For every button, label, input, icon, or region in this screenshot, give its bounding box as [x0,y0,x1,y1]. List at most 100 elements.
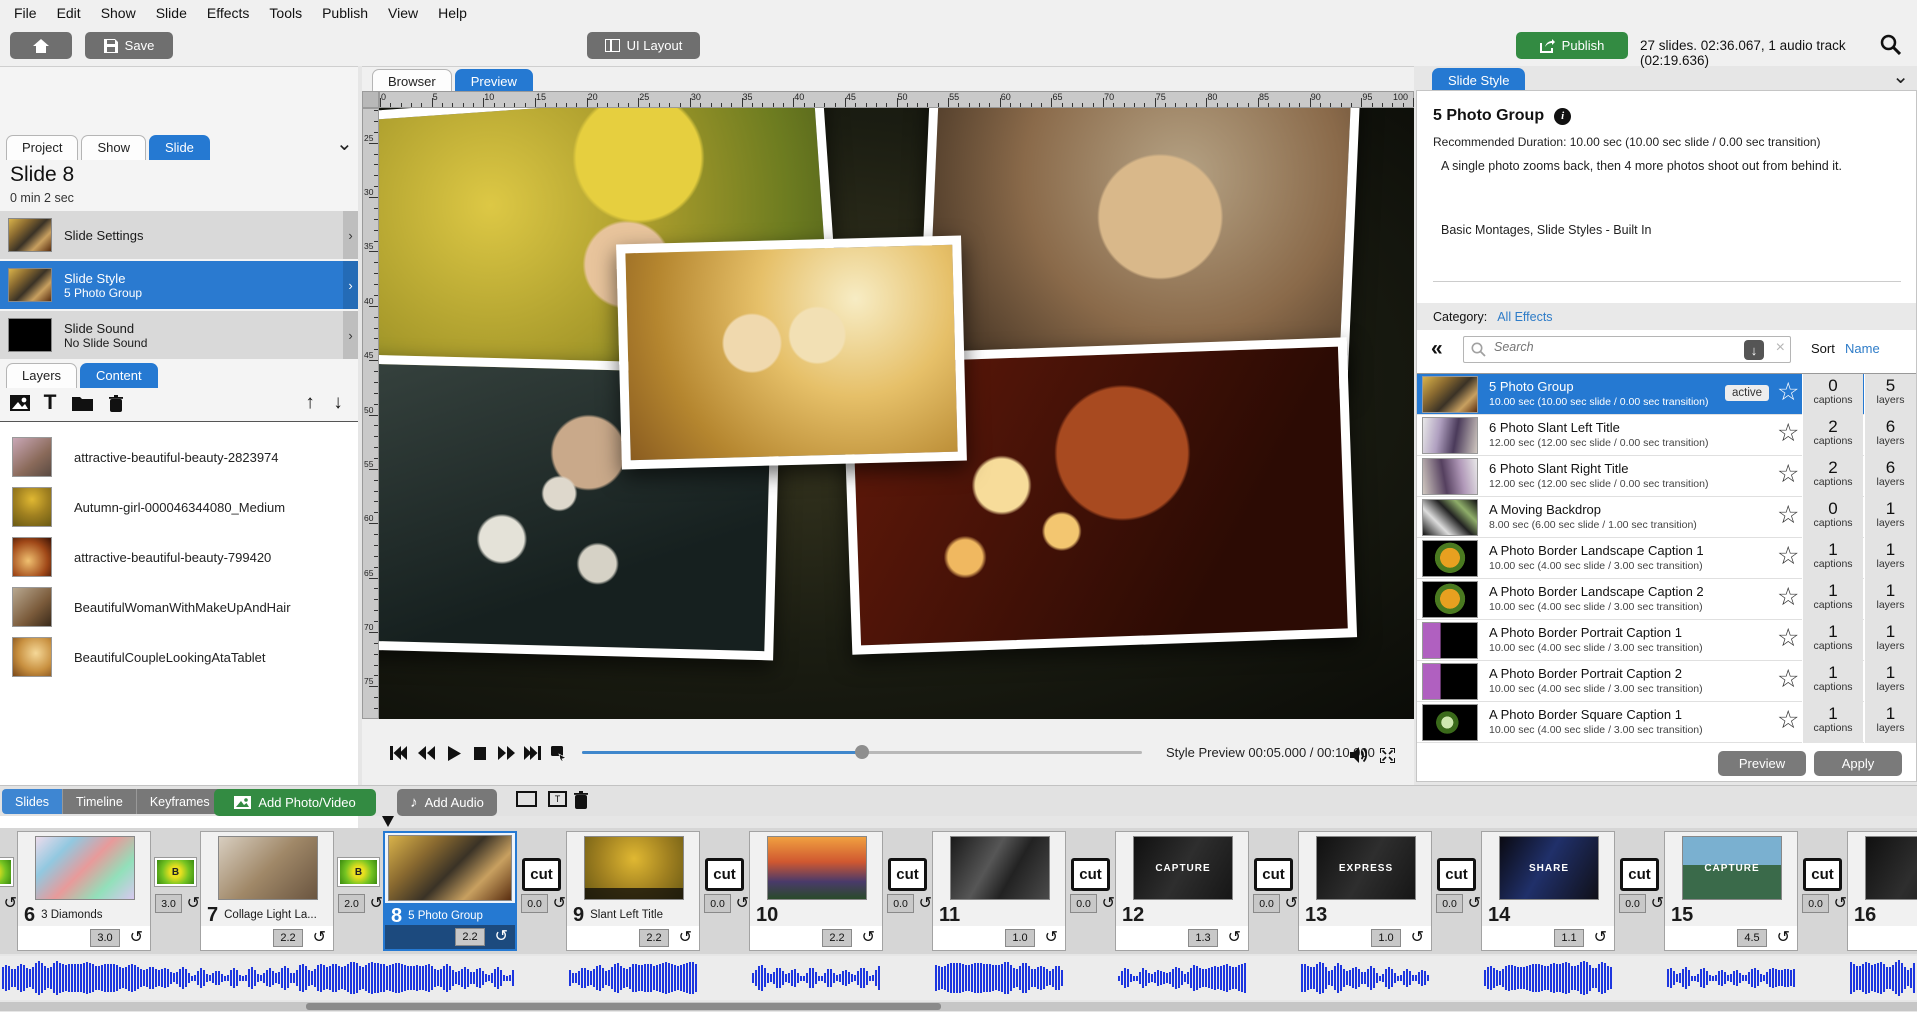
effect-row[interactable]: A Photo Border Landscape Caption 110.00 … [1417,538,1916,579]
reset-duration-icon[interactable]: ↺ [1777,927,1790,947]
slide-duration-value[interactable]: 2.2 [639,929,669,947]
content-file-row[interactable]: BeautifulCoupleLookingAtaTablet [0,632,358,682]
timeline-scrollbar[interactable] [0,1002,1917,1011]
fast-forward-button[interactable] [494,741,518,765]
global-search-icon[interactable] [1880,34,1901,55]
render-preview-button[interactable] [546,741,570,765]
menu-item-effects[interactable]: Effects [197,5,260,21]
timeline-slide-9[interactable]: 9Slant Left Title2.2↺ [566,831,700,951]
tab-project[interactable]: Project [6,135,78,160]
content-file-row[interactable]: Autumn-girl-000046344080_Medium [0,482,358,532]
timeline-transition[interactable]: B2.0↺ [334,828,383,951]
transition-duration-value[interactable]: 2.0 [338,894,365,913]
timeline-transition[interactable]: B3.0↺ [151,828,200,951]
publish-button[interactable]: Publish [1516,32,1628,59]
view-tab-slides[interactable]: Slides [2,789,63,814]
transition-duration-value[interactable]: 0.0 [1619,894,1646,913]
menu-item-file[interactable]: File [4,5,47,21]
tab-layers[interactable]: Layers [6,363,77,388]
search-download-icon[interactable]: ↓ [1744,340,1764,360]
setting-expand-icon[interactable]: › [343,261,358,309]
preview-seek-slider[interactable] [582,751,1142,754]
add-title-slide-icon[interactable]: T [548,791,567,807]
slide-setting-item[interactable]: Slide Style5 Photo Group› [0,261,358,309]
delete-slide-icon[interactable] [574,791,588,809]
effect-row[interactable]: A Photo Border Landscape Caption 210.00 … [1417,579,1916,620]
content-file-row[interactable]: BeautifulWomanWithMakeUpAndHair [0,582,358,632]
reset-duration-icon[interactable]: ↺ [862,927,875,947]
effects-search-input[interactable] [1494,340,1724,354]
setting-expand-icon[interactable]: › [343,211,358,259]
search-clear-icon[interactable]: × [1776,339,1785,357]
preview-style-button[interactable]: Preview [1718,751,1806,776]
timeline-slide-16[interactable]: 16 [1847,831,1917,951]
favorite-star-icon[interactable]: ☆ [1777,664,1799,694]
timeline-slide-11[interactable]: 111.0↺ [932,831,1066,951]
reset-transition-icon[interactable]: ↺ [736,893,749,913]
menu-item-tools[interactable]: Tools [259,5,312,21]
transition-duration-value[interactable]: 3.0 [155,894,182,913]
timeline-slide-14[interactable]: SHARE141.1↺ [1481,831,1615,951]
favorite-star-icon[interactable]: ☆ [1777,418,1799,448]
transition-duration-value[interactable]: 0.0 [704,894,731,913]
transition-duration-value[interactable]: 0.0 [1070,894,1097,913]
timeline-transition[interactable]: ↺ [0,828,17,951]
timeline-transition[interactable]: cut0.0↺ [1798,828,1847,951]
preview-canvas[interactable] [379,108,1414,719]
reset-duration-icon[interactable]: ↺ [130,927,143,947]
menu-item-show[interactable]: Show [91,5,146,21]
left-panel-collapse-icon[interactable]: ⌄ [336,139,353,149]
reset-duration-icon[interactable]: ↺ [313,927,326,947]
play-button[interactable] [442,741,466,765]
reset-duration-icon[interactable]: ↺ [1594,927,1607,947]
timeline-slide-12[interactable]: CAPTURE121.3↺ [1115,831,1249,951]
timeline-transition[interactable]: cut0.0↺ [1066,828,1115,951]
menu-item-edit[interactable]: Edit [47,5,91,21]
reset-transition-icon[interactable]: ↺ [1285,893,1298,913]
effect-row[interactable]: A Photo Border Portrait Caption 210.00 s… [1417,661,1916,702]
collage-photo-couple-tablet[interactable] [616,236,967,470]
add-blank-slide-icon[interactable] [516,791,537,807]
effect-row[interactable]: A Photo Border Square Caption 110.00 sec… [1417,702,1916,743]
timeline-transition[interactable]: cut0.0↺ [1249,828,1298,951]
stop-button[interactable] [468,741,492,765]
home-button[interactable] [10,32,72,59]
save-button[interactable]: Save [85,32,173,59]
collapse-list-icon[interactable]: « [1431,337,1443,361]
add-photo-video-button[interactable]: Add Photo/Video [214,789,376,816]
effect-row[interactable]: 6 Photo Slant Left Title12.00 sec (12.00… [1417,415,1916,456]
apply-style-button[interactable]: Apply [1814,751,1902,776]
timeline-transition[interactable]: cut0.0↺ [883,828,932,951]
transition-duration-value[interactable]: 0.0 [887,894,914,913]
reset-transition-icon[interactable]: ↺ [1102,893,1115,913]
skip-end-button[interactable] [520,741,544,765]
slide-duration-value[interactable]: 1.0 [1005,929,1035,947]
content-file-row[interactable]: attractive-beautiful-beauty-2823974 [0,432,358,482]
reset-duration-icon[interactable]: ↺ [1045,927,1058,947]
timeline-transition[interactable]: cut0.0↺ [517,828,566,951]
favorite-star-icon[interactable]: ☆ [1777,459,1799,489]
skip-start-button[interactable] [386,741,410,765]
slide-duration-value[interactable]: 2.2 [455,928,485,946]
add-image-layer-icon[interactable] [8,391,32,415]
slide-duration-value[interactable]: 1.0 [1371,929,1401,947]
favorite-star-icon[interactable]: ☆ [1777,623,1799,653]
view-tab-keyframes[interactable]: Keyframes [137,789,223,814]
slide-setting-item[interactable]: Slide Settings› [0,211,358,259]
add-text-layer-icon[interactable]: T [38,391,62,415]
timeline-slide-8[interactable]: 85 Photo Group2.2↺ [383,831,517,951]
menu-item-publish[interactable]: Publish [312,5,378,21]
tab-slide[interactable]: Slide [149,135,210,160]
reset-transition-icon[interactable]: ↺ [1468,893,1481,913]
add-audio-button[interactable]: ♪ Add Audio [397,789,497,816]
setting-expand-icon[interactable]: › [343,311,358,359]
style-panel-collapse-icon[interactable]: ⌄ [1892,72,1909,82]
slide-duration-value[interactable]: 2.2 [822,929,852,947]
favorite-star-icon[interactable]: ☆ [1777,541,1799,571]
timeline-slide-10[interactable]: 102.2↺ [749,831,883,951]
menu-item-slide[interactable]: Slide [146,5,197,21]
reset-duration-icon[interactable]: ↺ [495,926,508,946]
reset-transition-icon[interactable]: ↺ [919,893,932,913]
transition-duration-value[interactable]: 0.0 [521,894,548,913]
effect-row[interactable]: 6 Photo Slant Right Title12.00 sec (12.0… [1417,456,1916,497]
